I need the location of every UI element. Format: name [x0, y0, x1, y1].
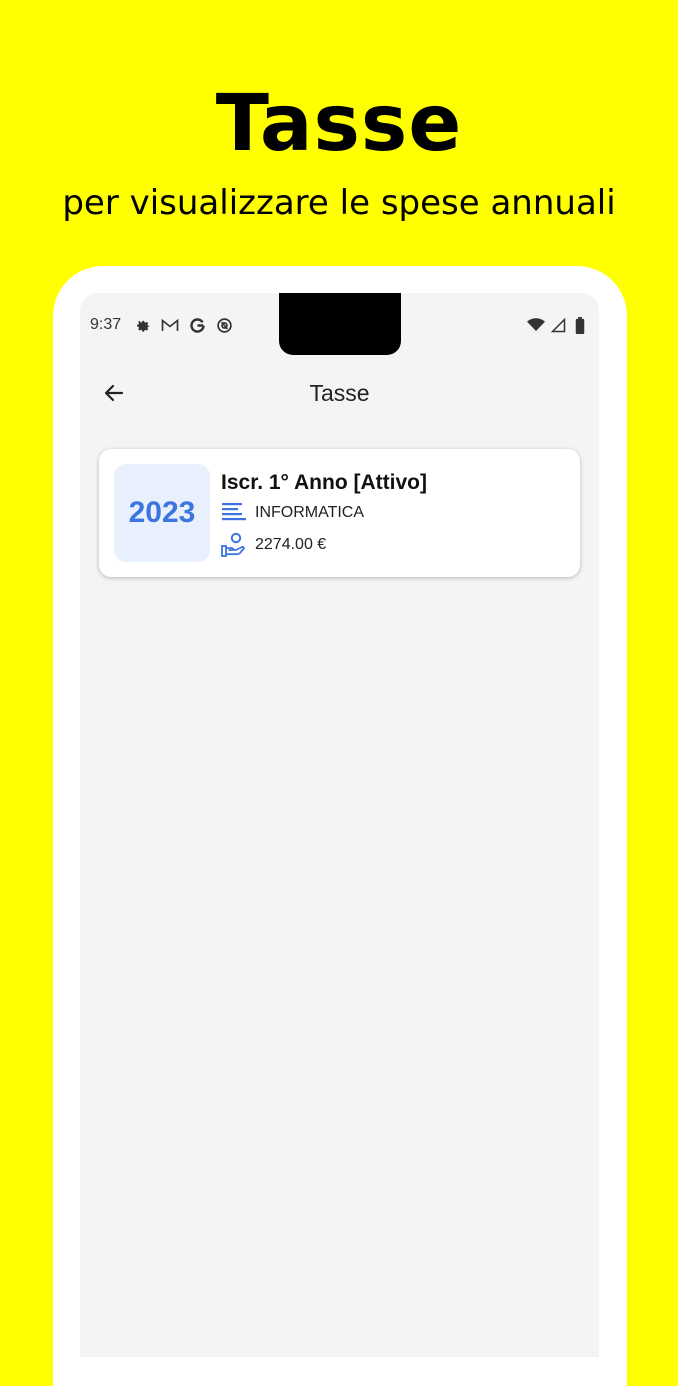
- gmail-icon: [161, 316, 179, 334]
- fee-info: Iscr. 1° Anno [Attivo] INFORMATICA 2274.…: [221, 469, 427, 561]
- app-title: Tasse: [309, 380, 370, 406]
- promo-title: Tasse: [215, 79, 463, 169]
- fee-amount-row: 2274.00 €: [221, 529, 427, 561]
- status-bar: 9:37: [90, 313, 589, 337]
- google-icon: [188, 316, 206, 334]
- promo-subtitle: per visualizzare le spese annuali: [62, 183, 616, 223]
- phone-screen: 9:37 Tasse 2023 Iscr. 1° Anno [Attivo] I…: [80, 293, 599, 1357]
- signal-icon: [549, 316, 567, 334]
- year-badge: 2023: [114, 464, 210, 562]
- app-bar: Tasse: [80, 371, 599, 415]
- gear-icon: [134, 316, 152, 334]
- status-right: [527, 316, 589, 334]
- arrow-left-icon: [102, 381, 126, 405]
- at-sign-icon: [215, 316, 233, 334]
- battery-icon: [571, 316, 589, 334]
- fee-course: INFORMATICA: [255, 504, 365, 521]
- fee-card[interactable]: 2023 Iscr. 1° Anno [Attivo] INFORMATICA: [99, 449, 580, 577]
- fee-course-row: INFORMATICA: [221, 497, 427, 529]
- hand-coin-icon: [221, 531, 249, 559]
- status-time: 9:37: [90, 316, 122, 333]
- text-lines-icon: [221, 499, 249, 527]
- back-button[interactable]: [98, 377, 130, 409]
- fee-title: Iscr. 1° Anno [Attivo]: [221, 471, 427, 494]
- status-left: 9:37: [90, 316, 233, 334]
- wifi-icon: [527, 316, 545, 334]
- fee-amount: 2274.00 €: [255, 536, 327, 553]
